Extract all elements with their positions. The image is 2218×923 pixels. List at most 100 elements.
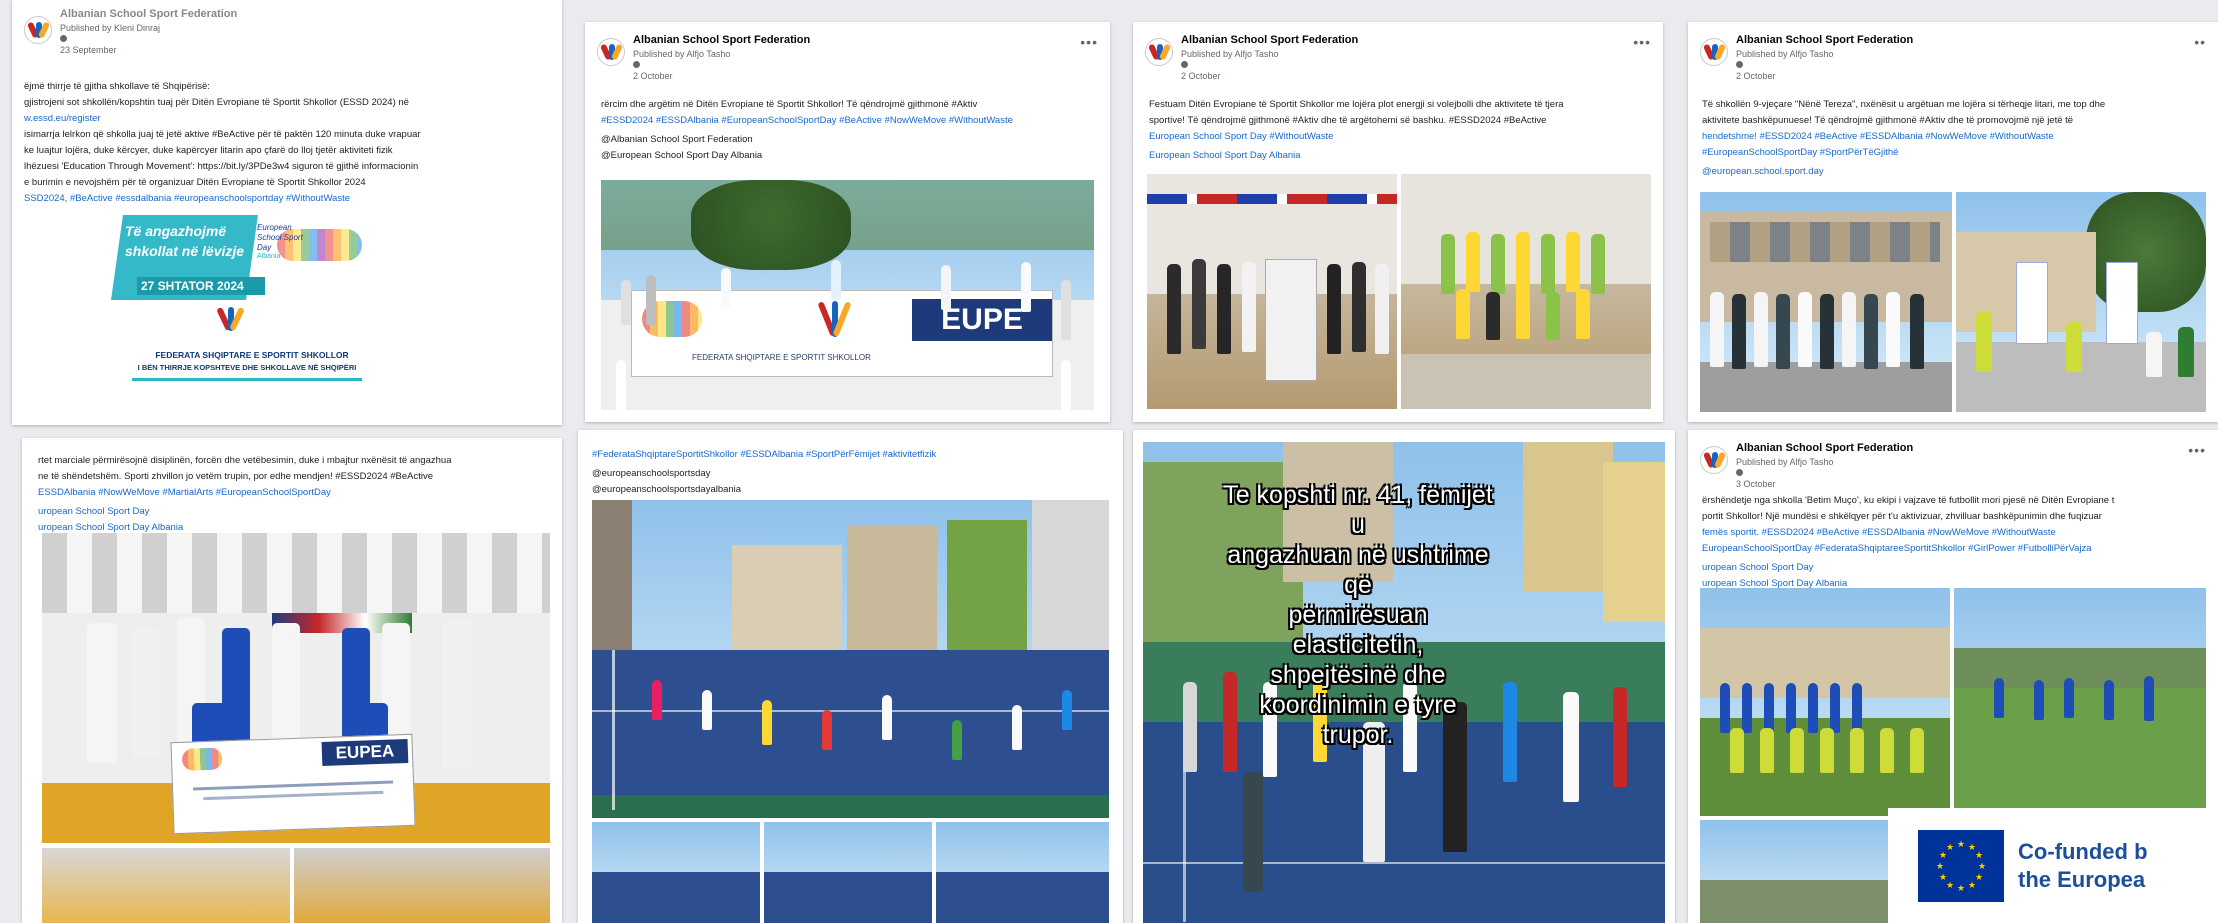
post-date[interactable]: 2 October [1736, 71, 1776, 81]
page-name[interactable]: Albanian School Sport Federation [633, 34, 810, 46]
post-mention[interactable]: @europeanschoolsportsdayalbania [592, 483, 1109, 497]
globe-icon [60, 35, 67, 42]
post-link[interactable]: European School Sport Day Albania [1149, 149, 1649, 163]
more-options-icon[interactable]: ••• [1080, 34, 1098, 50]
post-photo-left[interactable] [1700, 192, 1952, 412]
post-line: ëjmë thirrje të gjitha shkollave të Shqi… [24, 81, 210, 92]
post-thumbnail-1[interactable] [42, 848, 290, 923]
post-photo-right[interactable] [1401, 174, 1651, 409]
post-line: sportive! Të qëndrojmë gjithmonë #Aktiv … [1149, 115, 1547, 126]
more-options-icon[interactable]: ••• [1633, 34, 1651, 50]
eu-cofunded-badge: ★ ★ ★ ★ ★ ★ ★ ★ ★ ★ ★ ★ Co-funded b the … [1888, 808, 2218, 923]
post-hashtags[interactable]: ESSDAlbania #NowWeMove #MartialArts #Eur… [38, 486, 552, 500]
post-hashtags[interactable]: SSD2024, #BeActive #essdalbania #europea… [24, 192, 548, 206]
post-hashtags[interactable]: femës sportit. #ESSD2024 #BeActive #ESSD… [1702, 526, 2204, 540]
post-publisher: Published by Alfjo Tasho [633, 49, 731, 59]
page-name[interactable]: Albanian School Sport Federation [1736, 442, 1913, 454]
post-line: portit Shkollor! Një mundësi e shkëlqyer… [1702, 511, 2102, 522]
globe-icon [1736, 61, 1743, 68]
federation-emblem-icon [216, 306, 245, 333]
post-card-4: Albanian School Sport Federation Publish… [1688, 22, 2218, 422]
post-line: lhëzuesi 'Education Through Movement': h… [24, 161, 419, 172]
post-thumbnail-1[interactable] [592, 822, 760, 923]
post-mention[interactable]: @European School Sport Day Albania [601, 149, 1096, 163]
post-hashtags[interactable]: #EuropeanSchoolSportDay #SportPërTëGjith… [1702, 146, 2204, 160]
post-card-6: #FederataShqiptareSportitShkollor #ESSDA… [578, 430, 1123, 923]
page-name[interactable]: Albanian School Sport Federation [1181, 34, 1358, 46]
globe-icon [1736, 469, 1743, 476]
post-photo[interactable] [592, 500, 1109, 818]
photo-banner-label: EUPEA [321, 738, 409, 766]
post-hashtags[interactable]: hendetshme! #ESSD2024 #BeActive #ESSDAlb… [1702, 130, 2204, 144]
svg-text:★: ★ [1957, 884, 1965, 894]
post-date[interactable]: 23 September [60, 45, 117, 55]
essd-label-2: School Sport [257, 233, 303, 242]
post-header: Albanian School Sport Federation Publish… [1700, 34, 2206, 90]
post-hashtags[interactable]: #FederataShqiptareSportitShkollor #ESSDA… [592, 448, 1109, 462]
post-line: e burimin e nevojshëm për të organizuar … [24, 177, 366, 188]
essd-label-3: Day [257, 243, 272, 252]
post-photo[interactable]: EUPE FEDERATA SHQIPTARE E SPORTIT SHKOLL… [601, 180, 1094, 410]
post-hashtags[interactable]: #ESSD2024 #ESSDAlbania #EuropeanSchoolSp… [601, 114, 1096, 128]
post-line: Të shkollën 9-vjeçare "Nënë Tereza", nxë… [1702, 99, 2106, 110]
page-logo-icon[interactable] [24, 16, 52, 44]
page-logo-icon[interactable] [597, 38, 625, 66]
post-text: rërcim dhe argëtim në Ditën Evropiane të… [601, 98, 1096, 165]
post-photo-left[interactable] [1147, 174, 1397, 409]
post-header: Albanian School Sport Federation Publish… [597, 34, 1098, 90]
post-photo-left[interactable] [1700, 588, 1950, 816]
banner-federation-title: FEDERATA SHQIPTARE E SPORTIT SHKOLLOR [155, 350, 349, 360]
photo-banner: EUPEA [170, 733, 416, 835]
post-thumbnail-3[interactable] [936, 822, 1109, 923]
post-link[interactable]: w.essd.eu/register [24, 112, 548, 126]
post-card-2: Albanian School Sport Federation Publish… [585, 22, 1110, 422]
svg-text:★: ★ [1957, 840, 1965, 850]
post-link[interactable]: uropean School Sport Day [1702, 561, 2204, 575]
post-thumbnail-2[interactable] [764, 822, 932, 923]
post-date[interactable]: 2 October [1181, 71, 1221, 81]
banner-underline [132, 378, 362, 381]
page-logo-icon[interactable] [1700, 38, 1728, 66]
post-card-7: Te kopshti nr. 41, fëmijët u angazhuan n… [1133, 430, 1675, 923]
banner-headline-1: Të angazhojmë [125, 223, 227, 239]
svg-text:★: ★ [1968, 881, 1976, 891]
post-publisher: Published by Kleni Dinraj [60, 23, 161, 33]
post-date[interactable]: 3 October [1736, 479, 1776, 489]
photo-banner: EUPE FEDERATA SHQIPTARE E SPORTIT SHKOLL… [631, 290, 1053, 377]
svg-text:★: ★ [1975, 873, 1983, 883]
essd-label-4: Albania [257, 253, 281, 260]
page-logo-icon[interactable] [1700, 446, 1728, 474]
essd-banner[interactable]: Të angazhojmë shkollat në lëvizje 27 SHT… [111, 215, 377, 395]
post-hashtags[interactable]: European School Sport Day #WithoutWaste [1149, 130, 1649, 144]
post-text: Të shkollën 9-vjeçare "Nënë Tereza", nxë… [1702, 98, 2204, 181]
post-thumbnail-2[interactable] [294, 848, 550, 923]
post-hashtags[interactable]: EuropeanSchoolSportDay #FederataShqiptar… [1702, 542, 2204, 556]
post-card-1: Albanian School Sport Federation Publish… [12, 0, 562, 425]
post-line: rtet marciale përmirësojnë disiplinën, f… [38, 455, 452, 466]
post-link[interactable]: @european.school.sport.day [1702, 165, 2204, 179]
post-line: ne të shëndetshëm. Sporti zhvillon jo ve… [38, 471, 434, 482]
photo-banner-sub: FEDERATA SHQIPTARE E SPORTIT SHKOLLOR [692, 353, 871, 362]
eu-text-line-1: Co-funded b [2018, 839, 2148, 864]
post-photo-right[interactable] [1954, 588, 2206, 816]
post-text: ërshëndetje nga shkolla 'Betim Muço', ku… [1702, 494, 2204, 593]
page-logo-icon[interactable] [1145, 38, 1173, 66]
post-publisher: Published by Alfjo Tasho [1181, 49, 1279, 59]
post-link[interactable]: uropean School Sport Day [38, 505, 552, 519]
globe-icon [633, 61, 640, 68]
page-name[interactable]: Albanian School Sport Federation [60, 8, 237, 20]
more-options-icon[interactable]: •• [2194, 34, 2206, 50]
post-text: Festuam Ditën Evropiane të Sportit Shkol… [1149, 98, 1649, 165]
post-publisher: Published by Alfjo Tasho [1736, 49, 1834, 59]
svg-text:★: ★ [1946, 881, 1954, 891]
more-options-icon[interactable]: ••• [2188, 442, 2206, 458]
post-photo[interactable]: EUPEA [42, 533, 550, 843]
post-mention[interactable]: @Albanian School Sport Federation [601, 133, 1096, 147]
photo-banner-label: EUPE [912, 299, 1052, 341]
post-photo-right[interactable] [1956, 192, 2206, 412]
page-name[interactable]: Albanian School Sport Federation [1736, 34, 1913, 46]
post-mention[interactable]: @europeanschoolsportsday [592, 467, 1109, 481]
post-date[interactable]: 2 October [633, 71, 673, 81]
post-photo[interactable]: Te kopshti nr. 41, fëmijët u angazhuan n… [1143, 442, 1665, 923]
post-line: ke luajtur lojëra, duke kërcyer, duke ka… [24, 145, 393, 156]
